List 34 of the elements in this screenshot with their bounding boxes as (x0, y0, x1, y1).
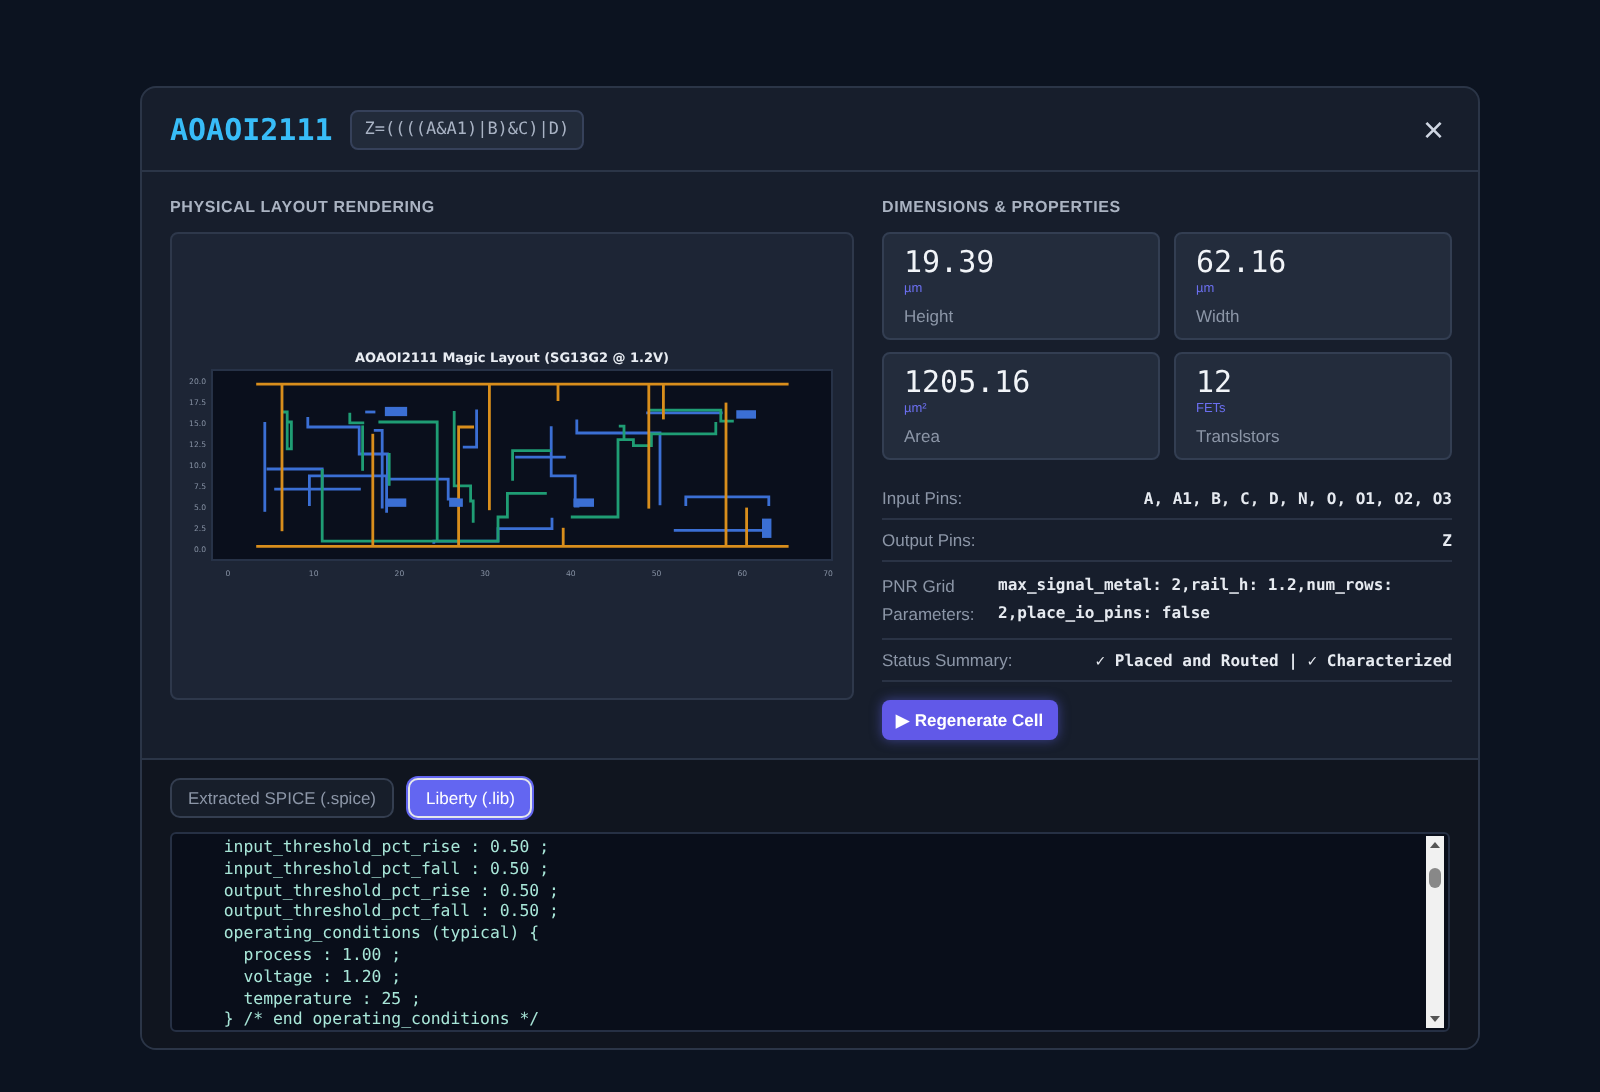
property-value: ✓ Placed and Routed | ✓ Characterized (1095, 651, 1452, 669)
expression-badge: Z=((((A&A1)|B)&C)|D) (350, 109, 584, 149)
property-value: A, A1, B, C, D, N, O, O1, O2, O3 (1143, 489, 1452, 507)
regenerate-button[interactable]: ▶ Regenerate Cell (882, 700, 1058, 740)
close-button[interactable]: × (1416, 111, 1450, 147)
code-line: } /* end operating_conditions */ (221, 1008, 542, 1030)
code-line: output_threshold_pct_fall : 0.50 ; (221, 900, 561, 923)
property-value: Z (1442, 531, 1452, 549)
stat-label: Area (904, 426, 942, 446)
code-line: input_threshold_pct_rise : 0.50 ; (221, 836, 552, 858)
code-line: operating_conditions (typical) { (221, 922, 542, 944)
stat-value: 62.16 (1196, 246, 1289, 280)
stat-value: 19.39 (904, 246, 997, 280)
stat-label: Translstors (1196, 426, 1282, 446)
stat-value: 1205.16 (904, 366, 1033, 400)
code-line: temperature : 25 ; (241, 987, 423, 1009)
code-line: output_threshold_pct_rise : 0.50 ; (221, 879, 561, 901)
scrollbar[interactable] (1426, 836, 1444, 1028)
tab[interactable]: Extracted SPICE (.spice) (170, 778, 395, 818)
stat-label: Height (904, 306, 956, 326)
section-heading: DIMENSIONS & PROPERTIES (882, 198, 1123, 216)
stat-value: 12 (1196, 366, 1235, 400)
code-line: input_threshold_pct_fall : 0.50 ; (221, 857, 552, 880)
section-heading: PHYSICAL LAYOUT RENDERING (170, 198, 437, 216)
stat-label: Width (1196, 306, 1242, 326)
property-value: max_signal_metal: 2,rail_h: 1.2,num_rows: 2,place_io_pins: false (998, 574, 1395, 626)
tab[interactable]: Liberty (.lib) (408, 778, 533, 818)
property-label: Output Pins: (882, 530, 976, 550)
cell-title: AOAOI2111 (170, 111, 333, 147)
property-label: Input Pins: (882, 488, 963, 508)
code-line: process : 1.00 ; (241, 943, 404, 966)
property-label: Status Summary: (882, 650, 1013, 670)
code-line: voltage : 1.20 ; (241, 965, 404, 988)
property-label: PNR Grid Parameters: (882, 574, 977, 628)
